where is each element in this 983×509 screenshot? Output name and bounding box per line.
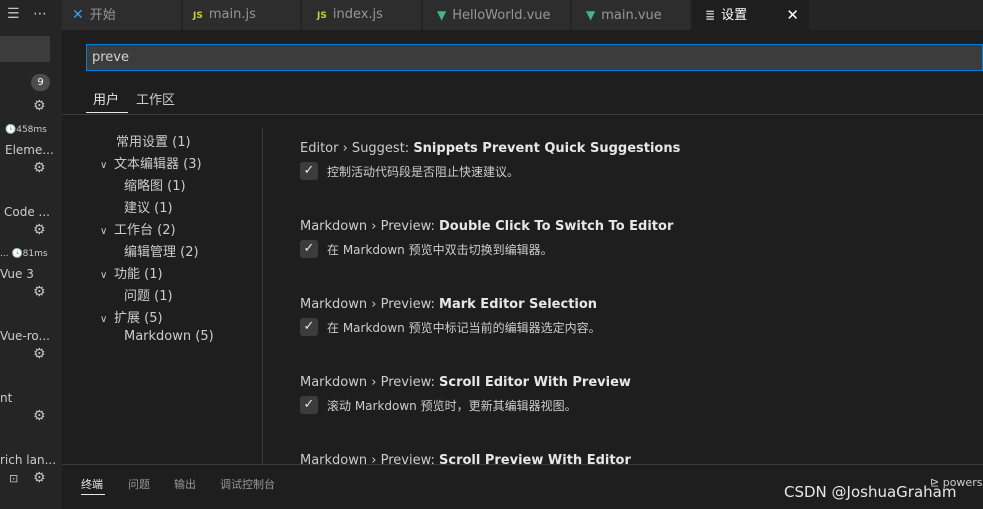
tab-label: 设置 xyxy=(721,8,748,23)
toc-item[interactable]: ∨ 扩展 (5) xyxy=(100,307,163,326)
gear-icon[interactable]: ⚙ xyxy=(33,471,46,485)
extension-activation-time: 🕓458ms xyxy=(5,125,47,135)
chevron-down-icon: ∨ xyxy=(100,226,108,237)
chevron-down-icon: ∨ xyxy=(100,270,108,281)
active-panel-indicator xyxy=(81,494,105,495)
tab-label: 开始 xyxy=(89,8,116,23)
toc-item[interactable]: 建议 (1) xyxy=(124,197,173,216)
extension-name: nt xyxy=(0,391,13,405)
remote-icon[interactable]: ⊡ xyxy=(9,472,18,486)
extension-name: Eleme... xyxy=(5,143,54,157)
tab-index-js[interactable]: JS index.js xyxy=(302,0,422,30)
tab-welcome[interactable]: ✕ 开始 xyxy=(62,0,182,30)
extension-name: Code ... xyxy=(4,205,50,219)
tab-main-js[interactable]: JS main.js xyxy=(183,0,301,30)
tab-settings[interactable]: ≣ 设置 ✕ xyxy=(692,0,810,30)
toc-item[interactable]: ∨ 文本编辑器 (3) xyxy=(100,153,202,172)
sidebar-header: ☰ ⋯ xyxy=(0,0,62,30)
toc-item[interactable]: ∨ 功能 (1) xyxy=(100,263,163,282)
setting-checkbox[interactable]: ✓ xyxy=(300,240,318,258)
filter-icon[interactable]: ☰ xyxy=(7,6,20,22)
tab-user-settings[interactable]: 用户 xyxy=(93,89,119,108)
vue-icon: ▼ xyxy=(437,8,447,22)
extension-activation-time: ... 🕓81ms xyxy=(0,249,48,259)
watermark: CSDN @JoshuaGraham xyxy=(784,483,957,501)
tab-debug-console[interactable]: 调试控制台 xyxy=(220,476,275,492)
setting-checkbox[interactable]: ✓ xyxy=(300,162,318,180)
toc-item[interactable]: ∨ 工作台 (2) xyxy=(100,219,176,238)
gear-icon[interactable]: ⚙ xyxy=(33,285,46,299)
settings-icon: ≣ xyxy=(705,8,716,22)
toc-divider xyxy=(262,128,263,464)
extension-name: Vue 3 xyxy=(0,267,34,281)
setting-checkbox[interactable]: ✓ xyxy=(300,396,318,414)
gear-icon[interactable]: ⚙ xyxy=(33,347,46,361)
setting-title: Markdown › Preview: Mark Editor Selectio… xyxy=(300,297,598,312)
close-icon[interactable]: ✕ xyxy=(786,0,799,30)
extension-name: rich lan... xyxy=(0,453,57,467)
tab-label: HelloWorld.vue xyxy=(452,8,551,23)
toc-item[interactable]: 常用设置 (1) xyxy=(116,131,191,150)
tab-label: main.vue xyxy=(601,8,662,23)
tab-label: main.js xyxy=(208,7,256,22)
vscode-icon: ✕ xyxy=(72,7,84,23)
extension-name: Vue-ro... xyxy=(0,329,50,343)
tab-main-vue[interactable]: ▼ main.vue xyxy=(572,0,691,30)
gear-icon[interactable]: ⚙ xyxy=(33,223,46,237)
gear-icon[interactable]: ⚙ xyxy=(33,99,46,113)
tab-problems[interactable]: 问题 xyxy=(128,476,150,492)
extensions-search-input[interactable] xyxy=(0,36,50,62)
js-icon: JS xyxy=(317,11,327,21)
tab-output[interactable]: 输出 xyxy=(174,476,196,492)
toc-item[interactable]: 缩略图 (1) xyxy=(124,175,186,194)
settings-search-input[interactable]: preve xyxy=(86,44,983,71)
tab-label: index.js xyxy=(332,7,383,22)
setting-title: Editor › Suggest: Snippets Prevent Quick… xyxy=(300,141,681,156)
tab-workspace-settings[interactable]: 工作区 xyxy=(136,89,175,108)
chevron-down-icon: ∨ xyxy=(100,314,108,325)
gear-icon[interactable]: ⚙ xyxy=(33,161,46,175)
setting-title: Markdown › Preview: Scroll Editor With P… xyxy=(300,375,631,390)
setting-description: 控制活动代码段是否阻止快速建议。 xyxy=(327,165,520,179)
toc-item[interactable]: 问题 (1) xyxy=(124,285,173,304)
setting-description: 滚动 Markdown 预览时，更新其编辑器视图。 xyxy=(327,399,577,413)
extensions-sidebar: ☰ ⋯ 9 ⚙ 🕓458ms Eleme... ⚙ Code ... ⚙ ...… xyxy=(0,0,62,509)
tab-terminal[interactable]: 终端 xyxy=(81,476,103,492)
setting-description: 在 Markdown 预览中标记当前的编辑器选定内容。 xyxy=(327,321,601,335)
toc-item[interactable]: Markdown (5) xyxy=(124,329,214,344)
editor-tab-bar: ✕ 开始 JS main.js JS index.js ▼ HelloWorld.vue… xyxy=(62,0,983,30)
setting-description: 在 Markdown 预览中双击切换到编辑器。 xyxy=(327,243,553,257)
setting-title: Markdown › Preview: Double Click To Swit… xyxy=(300,219,674,234)
vue-icon: ▼ xyxy=(586,8,596,22)
setting-checkbox[interactable]: ✓ xyxy=(300,318,318,336)
js-icon: JS xyxy=(193,11,203,21)
more-actions-icon[interactable]: ⋯ xyxy=(33,6,47,22)
installed-count-badge: 9 xyxy=(31,74,50,91)
chevron-down-icon: ∨ xyxy=(100,160,108,171)
toc-item[interactable]: 编辑管理 (2) xyxy=(124,241,199,260)
active-scope-indicator xyxy=(86,112,128,113)
gear-icon[interactable]: ⚙ xyxy=(33,409,46,423)
scope-divider xyxy=(62,114,983,115)
tab-helloworld-vue[interactable]: ▼ HelloWorld.vue xyxy=(423,0,571,30)
